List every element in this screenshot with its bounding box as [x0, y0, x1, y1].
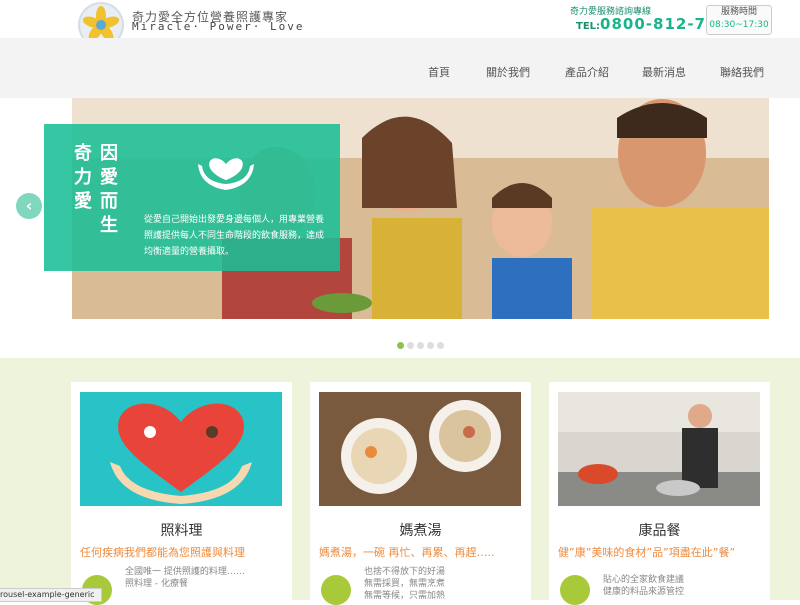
carousel-dot[interactable] [427, 342, 434, 349]
card-tagline: 健”康”美味的食材”品”項盡在此”餐” [558, 546, 736, 559]
carousel-dot[interactable] [437, 342, 444, 349]
feature-card-care-meal[interactable]: 照料理 任何疾病我們都能為您照護與料理 全國唯一 提供照護的料理…… 照料理 -… [71, 382, 292, 605]
tel-prefix: TEL: [576, 21, 601, 32]
card-desc-line: 全國唯一 提供照護的料理…… [125, 567, 245, 577]
card-title: 照料理 [160, 523, 203, 539]
hero-char: 奇 [74, 143, 92, 164]
nav-news[interactable]: 最新消息 [642, 64, 686, 80]
card-desc-line: 也捨不得放下的好湯 [364, 567, 446, 577]
card-desc-line: 無需採買，無需烹煮 [364, 579, 446, 589]
carousel-dot[interactable] [417, 342, 424, 349]
hero-char: 愛 [100, 167, 118, 188]
nav-about[interactable]: 關於我們 [486, 64, 530, 80]
card-desc-line: 無需等候，只需加熱 [364, 591, 446, 601]
hero-char: 生 [100, 215, 118, 236]
hero-char: 因 [100, 143, 118, 164]
bowl-icon [560, 575, 590, 605]
site-header: 奇力愛全方位營養照護專家 Miracle· Power· Love 奇力愛服務諮… [0, 0, 800, 48]
hero-description: 從愛自己開始出發愛身邊每個人，用專業營養照護提供每人不同生命階段的飲食服務，達成… [144, 215, 325, 257]
card-tagline: 媽煮湯，一碗 再忙、再累、再趕….. [319, 546, 495, 559]
service-hours-value: 08:30~17:30 [709, 20, 769, 30]
heart-hands-icon [198, 158, 254, 190]
card-description: 也捨不得放下的好湯 無需採買，無需烹煮 無需等候，只需加熱 [364, 566, 524, 602]
hero-char: 愛 [74, 191, 92, 212]
card-tagline: 任何疾病我們都能為您照護與料理 [80, 546, 245, 559]
nav-contact[interactable]: 聯絡我們 [720, 64, 764, 80]
carousel-dot[interactable] [407, 342, 414, 349]
service-hours-label: 服務時間 [720, 7, 757, 17]
care-meal-image [80, 392, 282, 506]
brand-subtitle: Miracle· Power· Love [132, 20, 305, 33]
card-title: 媽煮湯 [399, 523, 442, 539]
healthy-meal-image [558, 392, 760, 506]
card-desc-line: 照料理 - 化療餐 [125, 579, 188, 589]
carousel-indicators [397, 334, 447, 349]
carousel-dot[interactable] [397, 342, 404, 349]
chevron-left-icon: ‹ [25, 196, 33, 215]
mom-soup-image [319, 392, 521, 506]
card-description: 貼心的全家飲食建議 健康的料品來源管控 [603, 574, 763, 598]
service-hours-box: 服務時間 08:30~17:30 [706, 5, 772, 35]
hero-overlay-panel: 奇 力 愛 因 愛 而 生 從愛自己開始出發愛身邊每個人，用專業營養照護提供每人… [44, 124, 340, 271]
bowl-icon [321, 575, 351, 605]
hero-slogan-col2: 因 愛 而 生 [98, 142, 120, 238]
card-title: 康品餐 [638, 523, 681, 539]
card-description: 全國唯一 提供照護的料理…… 照料理 - 化療餐 [125, 566, 285, 590]
nav-products[interactable]: 產品介紹 [565, 64, 609, 80]
card-desc-line: 健康的料品來源管控 [603, 587, 685, 597]
feature-card-mom-soup[interactable]: 媽煮湯 媽煮湯，一碗 再忙、再累、再趕….. 也捨不得放下的好湯 無需採買，無需… [310, 382, 531, 605]
hero-char: 而 [100, 191, 118, 212]
nav-home[interactable]: 首頁 [428, 64, 450, 80]
feature-card-healthy-meal[interactable]: 康品餐 健”康”美味的食材”品”項盡在此”餐” 貼心的全家飲食建議 健康的料品來… [549, 382, 770, 605]
hero-char: 力 [74, 167, 92, 188]
card-desc-line: 貼心的全家飲食建議 [603, 575, 685, 585]
hero-slogan-col1: 奇 力 愛 [72, 142, 94, 214]
carousel-prev-button[interactable]: ‹ [16, 193, 42, 219]
